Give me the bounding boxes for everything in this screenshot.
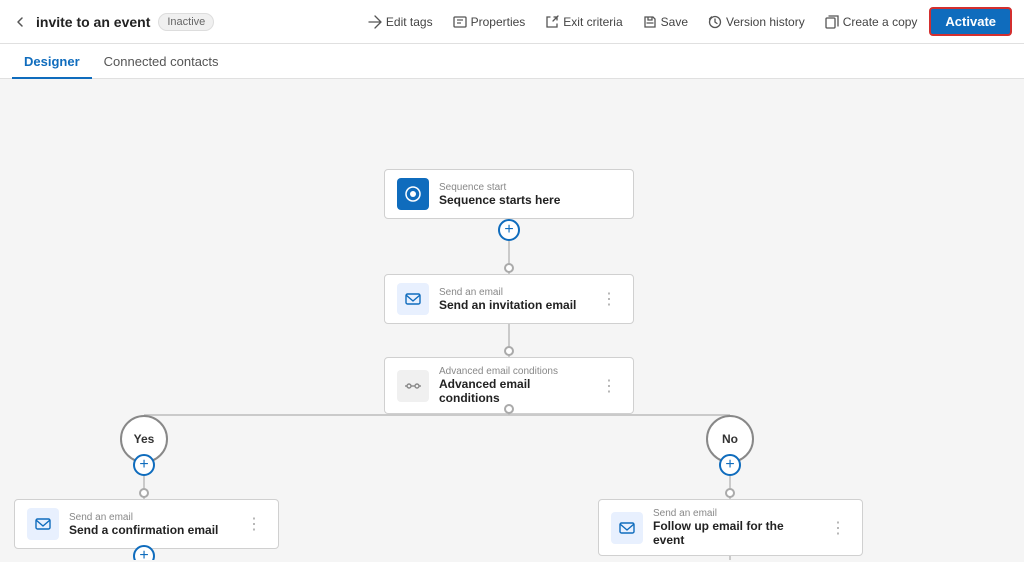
connector-dot-yes <box>139 488 149 498</box>
confirm-label-main: Send a confirmation email <box>69 523 232 537</box>
add-step-no-branch[interactable]: + <box>719 454 741 476</box>
sequence-start-label-small: Sequence start <box>439 182 621 193</box>
flow-canvas: Sequence start Sequence starts here + Se… <box>0 79 1024 560</box>
confirm-label-small: Send an email <box>69 512 232 523</box>
add-step-after-start[interactable]: + <box>498 219 520 241</box>
connector-dot-2 <box>504 346 514 356</box>
header: invite to an event Inactive Edit tags Pr… <box>0 0 1024 44</box>
send-invitation-email-node: Send an email Send an invitation email ⋮ <box>384 274 634 324</box>
version-history-button[interactable]: Version history <box>700 11 813 33</box>
email-icon-followup <box>611 512 643 544</box>
exit-criteria-button[interactable]: Exit criteria <box>537 11 630 33</box>
activate-button[interactable]: Activate <box>929 7 1012 36</box>
connector-dot-adv <box>504 404 514 414</box>
properties-button[interactable]: Properties <box>445 11 534 33</box>
email-icon-confirm <box>27 508 59 540</box>
save-button[interactable]: Save <box>635 11 696 33</box>
email1-menu-button[interactable]: ⋮ <box>597 287 621 311</box>
add-step-after-confirm[interactable]: + <box>133 545 155 560</box>
advanced-icon-1 <box>397 370 429 402</box>
tab-designer[interactable]: Designer <box>12 44 92 79</box>
status-badge: Inactive <box>158 13 214 31</box>
sequence-start-label-main: Sequence starts here <box>439 193 621 207</box>
header-left: invite to an event Inactive <box>12 13 352 31</box>
back-button[interactable] <box>12 14 28 30</box>
advanced1-label-small: Advanced email conditions <box>439 366 587 377</box>
followup-menu-button[interactable]: ⋮ <box>826 516 850 540</box>
email-icon-1 <box>397 283 429 315</box>
followup-label-main: Follow up email for the event <box>653 519 816 547</box>
send-invitation-label-small: Send an email <box>439 287 587 298</box>
sequence-start-icon <box>397 178 429 210</box>
connector-dot-no <box>725 488 735 498</box>
send-invitation-label-main: Send an invitation email <box>439 298 587 312</box>
followup-email-node: Send an email Follow up email for the ev… <box>598 499 863 556</box>
confirm-menu-button[interactable]: ⋮ <box>242 512 266 536</box>
followup-label-small: Send an email <box>653 508 816 519</box>
create-copy-button[interactable]: Create a copy <box>817 11 926 33</box>
adv1-menu-button[interactable]: ⋮ <box>597 374 621 398</box>
advanced1-label-main: Advanced email conditions <box>439 377 587 405</box>
header-actions: Edit tags Properties Exit criteria Save <box>360 7 1012 36</box>
tabs-bar: Designer Connected contacts <box>0 44 1024 79</box>
page-title: invite to an event <box>36 14 150 30</box>
connector-dot-1 <box>504 263 514 273</box>
confirmation-email-node: Send an email Send a confirmation email … <box>14 499 279 549</box>
edit-tags-button[interactable]: Edit tags <box>360 11 441 33</box>
tab-connected-contacts[interactable]: Connected contacts <box>92 44 231 79</box>
add-step-yes-branch[interactable]: + <box>133 454 155 476</box>
sequence-start-node: Sequence start Sequence starts here <box>384 169 634 219</box>
